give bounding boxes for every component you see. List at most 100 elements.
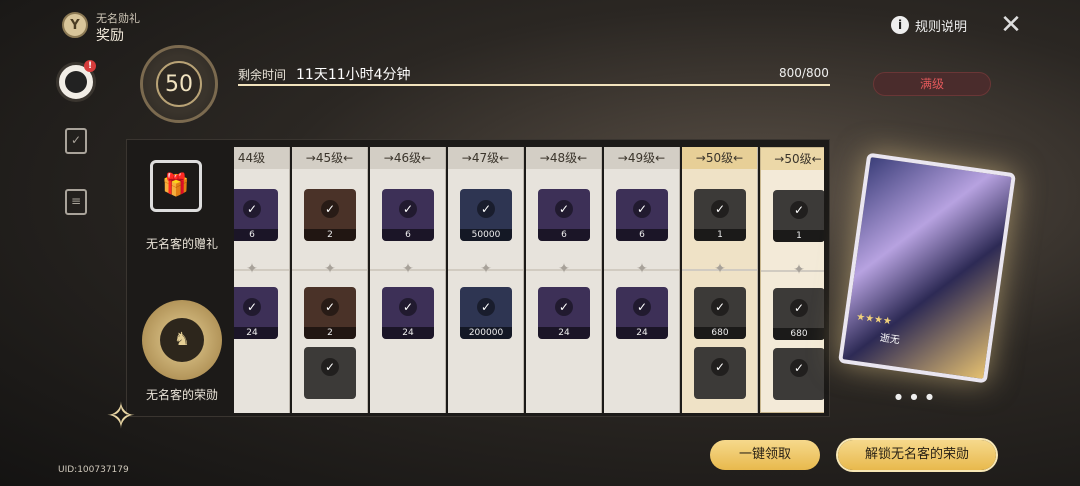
reward-item-art: ✓: [234, 287, 278, 327]
reward-item-art: ✓: [460, 287, 512, 327]
claimed-check-icon: ✓: [555, 200, 573, 218]
reward-item-quantity: 50000: [460, 229, 512, 241]
reward-item[interactable]: ✓ 24: [616, 287, 668, 339]
reward-item-art: ✓: [773, 348, 824, 388]
reward-item-art: ✓: [382, 287, 434, 327]
reward-item[interactable]: ✓ 680: [773, 288, 824, 340]
user-uid: UID:100737179: [58, 465, 129, 475]
claimed-check-icon: ✓: [321, 358, 339, 376]
info-icon[interactable]: i: [891, 16, 909, 34]
level-column-header: →48级←: [526, 147, 601, 169]
reward-item[interactable]: ✓: [304, 347, 356, 399]
level-column: →50级← ✦ ✓ 1 ✓ 680 ✓: [682, 147, 758, 413]
document-icon[interactable]: ≡: [65, 189, 87, 215]
reward-item-quantity: 6: [382, 229, 434, 241]
reward-item-art: ✓: [616, 287, 668, 327]
unlock-premium-button[interactable]: 解锁无名客的荣勋: [838, 440, 996, 470]
level-column: →48级← ✦ ✓ 6 ✓ 24: [526, 147, 602, 413]
star-divider-icon: ✦: [558, 261, 570, 277]
reward-item-quantity: 1: [773, 230, 824, 242]
level-ring: 50: [140, 45, 218, 123]
reward-item[interactable]: ✓ 50000: [460, 189, 512, 241]
claimed-check-icon: ✓: [555, 298, 573, 316]
free-track-label: 无名客的赠礼: [145, 237, 218, 251]
claim-all-button[interactable]: 一键领取: [710, 440, 820, 470]
exp-value: 800/800: [779, 66, 829, 80]
event-emblem-icon: Y: [62, 12, 88, 38]
reward-item-art: ✓: [694, 347, 746, 387]
reward-item-art: ✓: [694, 189, 746, 229]
card-name: 逝无: [879, 332, 901, 347]
notification-badge: !: [84, 60, 96, 72]
reward-item[interactable]: ✓ 200000: [460, 287, 512, 339]
carousel-dots: ● ● ●: [895, 392, 937, 401]
claimed-check-icon: ✓: [399, 298, 417, 316]
gift-icon: 🎁: [150, 160, 202, 212]
claimed-check-icon: ✓: [711, 298, 729, 316]
reward-item[interactable]: ✓ 24: [382, 287, 434, 339]
level-column-header: →47级←: [448, 147, 523, 169]
reward-item-quantity: 680: [773, 328, 824, 340]
claimed-check-icon: ✓: [790, 359, 808, 377]
reward-item[interactable]: ✓ 24: [538, 287, 590, 339]
reward-item-quantity: 24: [234, 327, 278, 339]
reward-item[interactable]: ✓ 1: [773, 190, 824, 242]
reward-item-quantity: 2: [304, 327, 356, 339]
claimed-check-icon: ✓: [321, 298, 339, 316]
claimed-check-icon: ✓: [399, 200, 417, 218]
reward-item-quantity: 6: [616, 229, 668, 241]
star-divider-icon: ✦: [402, 261, 414, 277]
claimed-check-icon: ✓: [321, 200, 339, 218]
page-title: 奖励: [96, 28, 124, 44]
reward-item[interactable]: ✓: [694, 347, 746, 399]
star-divider-icon: ✦: [480, 261, 492, 277]
reward-item[interactable]: ✓ 6: [616, 189, 668, 241]
reward-item-art: ✓: [773, 288, 824, 328]
reward-item[interactable]: ✓ 24: [234, 287, 278, 339]
emblem-glyph: Y: [70, 17, 80, 33]
reward-item[interactable]: ✓: [773, 348, 824, 400]
claimed-check-icon: ✓: [633, 200, 651, 218]
max-level-badge: 满级: [873, 72, 991, 96]
reward-item-quantity: 24: [382, 327, 434, 339]
level-column-header: →49级←: [604, 147, 679, 169]
reward-item-quantity: 24: [616, 327, 668, 339]
level-column-header: →50级←: [761, 148, 824, 170]
reward-item[interactable]: ✓ 680: [694, 287, 746, 339]
claimed-check-icon: ✓: [477, 298, 495, 316]
character-card-art[interactable]: [837, 152, 1017, 384]
claimed-check-icon: ✓: [711, 358, 729, 376]
reward-columns[interactable]: 44级 ✦ ✓ 6 ✓ 24 →45级← ✦ ✓ 2 ✓ 2 ✓ →46级← ✦ ✓ 6 ✓ 24 →47级← ✦ ✓ 50…: [234, 147, 824, 413]
claimed-check-icon: ✓: [243, 298, 261, 316]
level-column: →46级← ✦ ✓ 6 ✓ 24: [370, 147, 446, 413]
reward-item[interactable]: ✓ 6: [234, 189, 278, 241]
reward-item[interactable]: ✓ 2: [304, 189, 356, 241]
reward-item-quantity: 6: [538, 229, 590, 241]
star-divider-icon: ✦: [714, 261, 726, 277]
reward-item-art: ✓: [304, 287, 356, 327]
reward-item-quantity: 1: [694, 229, 746, 241]
level-column: →50级← ✦ ✓ 1 ✓ 680 ✓: [760, 147, 824, 413]
honor-emblem-icon: ♞: [142, 300, 222, 380]
claimed-check-icon: ✓: [711, 200, 729, 218]
reward-item-art: ✓: [382, 189, 434, 229]
reward-item-art: ✓: [460, 189, 512, 229]
star-divider-icon: ✦: [246, 261, 258, 277]
reward-item[interactable]: ✓ 6: [538, 189, 590, 241]
level-column: 44级 ✦ ✓ 6 ✓ 24: [234, 147, 290, 413]
reward-item-quantity: 200000: [460, 327, 512, 339]
level-column: →45级← ✦ ✓ 2 ✓ 2 ✓: [292, 147, 368, 413]
reward-item-art: ✓: [304, 347, 356, 387]
reward-item-art: ✓: [538, 189, 590, 229]
reward-item[interactable]: ✓ 2: [304, 287, 356, 339]
remaining-time-value: 11天11小时4分钟: [296, 67, 411, 83]
rules-button[interactable]: 规则说明: [915, 16, 967, 35]
star-divider-icon: ✦: [636, 261, 648, 277]
reward-item-quantity: 24: [538, 327, 590, 339]
reward-item-art: ✓: [538, 287, 590, 327]
level-column: →49级← ✦ ✓ 6 ✓ 24: [604, 147, 680, 413]
close-icon[interactable]: ✕: [998, 12, 1024, 38]
reward-item[interactable]: ✓ 1: [694, 189, 746, 241]
clipboard-icon[interactable]: ✓: [65, 128, 87, 154]
reward-item[interactable]: ✓ 6: [382, 189, 434, 241]
